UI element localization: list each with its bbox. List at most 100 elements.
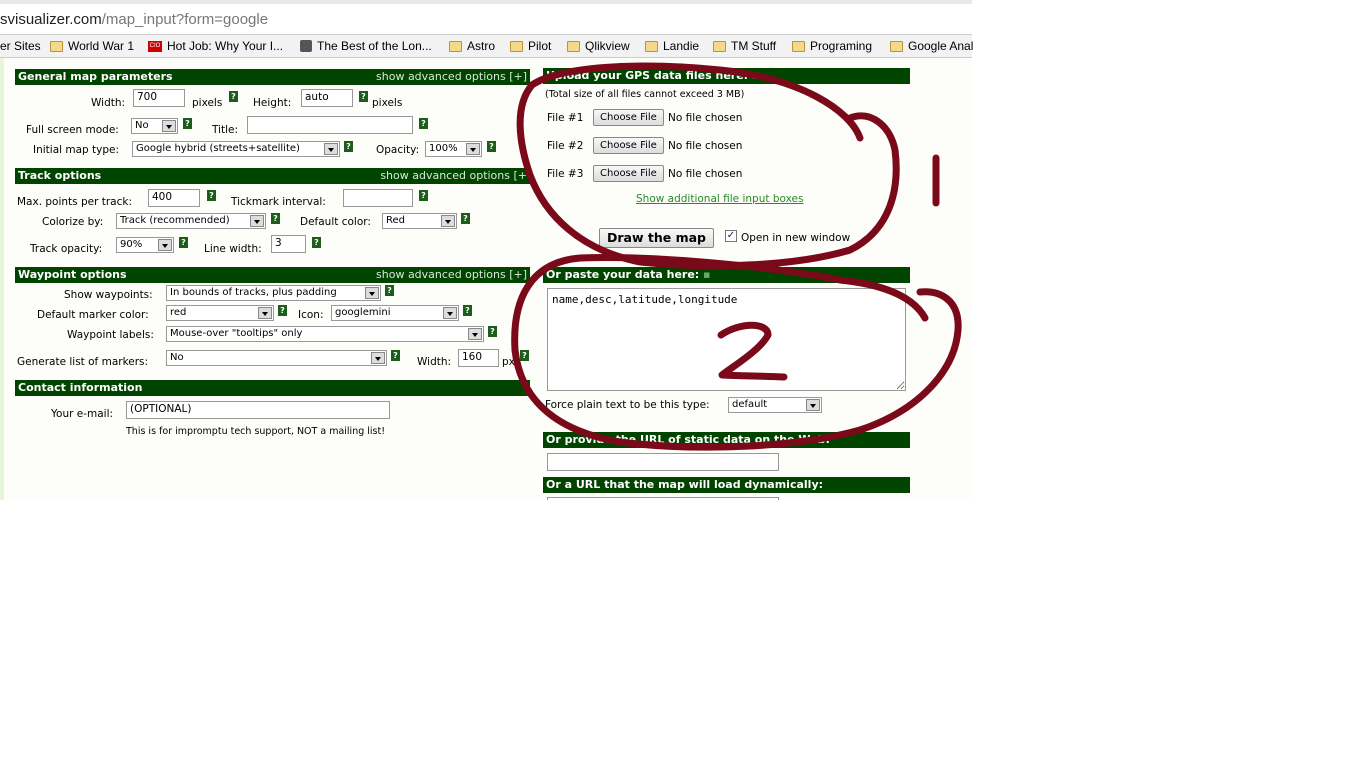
- waypoint-labels-select[interactable]: Mouse-over "tooltips" only: [166, 326, 484, 342]
- help-icon[interactable]: ?: [488, 326, 497, 337]
- tickmark-input[interactable]: [343, 189, 413, 207]
- help-icon[interactable]: ?: [487, 141, 496, 152]
- static-url-input[interactable]: [547, 453, 779, 471]
- help-icon[interactable]: ?: [312, 237, 321, 248]
- bookmark-best-of[interactable]: The Best of the Lon...: [300, 39, 432, 53]
- bookmark-programing[interactable]: Programing: [792, 39, 872, 53]
- help-icon[interactable]: ?: [419, 118, 428, 129]
- waypoint-labels-label: Waypoint labels:: [67, 329, 154, 341]
- line-width-input[interactable]: 3: [271, 235, 306, 253]
- bookmark-astro[interactable]: Astro: [449, 39, 495, 53]
- marker-list-select[interactable]: No: [166, 350, 387, 366]
- upload-header: Upload your GPS data files here: ▪: [543, 68, 910, 84]
- waypoint-header: Waypoint options show advanced options [+…: [15, 267, 530, 283]
- chevron-down-icon: [466, 143, 480, 155]
- help-icon[interactable]: ?: [520, 350, 529, 361]
- file-2-label: File #2: [547, 140, 584, 152]
- chevron-down-icon: [324, 143, 338, 155]
- choose-file-2-button[interactable]: Choose File: [593, 137, 664, 154]
- maptype-select[interactable]: Google hybrid (streets+satellite): [132, 141, 340, 157]
- help-icon[interactable]: ?: [344, 141, 353, 152]
- tickmark-label: Tickmark interval:: [231, 196, 326, 208]
- help-icon[interactable]: ?: [278, 305, 287, 316]
- icon-label: Icon:: [298, 309, 324, 321]
- bookmark-other-sites[interactable]: er Sites: [0, 39, 41, 53]
- dynamic-url-header: Or a URL that the map will load dynamica…: [543, 477, 910, 493]
- help-icon[interactable]: ?: [207, 190, 216, 201]
- width-label: Width:: [91, 97, 126, 109]
- pixels-label: pixels: [372, 97, 403, 109]
- file-1-label: File #1: [547, 112, 584, 124]
- show-more-files-link[interactable]: Show additional file input boxes: [636, 193, 803, 205]
- new-window-checkbox[interactable]: ✓: [725, 230, 737, 242]
- maptype-label: Initial map type:: [33, 144, 120, 156]
- help-icon[interactable]: ?: [179, 237, 188, 248]
- list-width-input[interactable]: 160: [458, 349, 499, 367]
- paste-data-textarea[interactable]: name,desc,latitude,longitude: [547, 288, 906, 391]
- marker-list-label: Generate list of markers:: [17, 356, 149, 368]
- width-input[interactable]: 700: [133, 89, 185, 107]
- bookmark-pilot[interactable]: Pilot: [510, 39, 551, 53]
- maxpoints-input[interactable]: 400: [148, 189, 200, 207]
- colorize-select[interactable]: Track (recommended): [116, 213, 266, 229]
- help-icon[interactable]: ?: [391, 350, 400, 361]
- choose-file-3-button[interactable]: Choose File: [593, 165, 664, 182]
- left-strip: [0, 58, 4, 500]
- chevron-down-icon: [468, 328, 482, 340]
- title-label: Title:: [212, 124, 239, 136]
- help-icon[interactable]: ?: [461, 213, 470, 224]
- info-icon[interactable]: ▪: [703, 268, 710, 281]
- email-note: This is for impromptu tech support, NOT …: [126, 426, 386, 437]
- opacity-select[interactable]: 100%: [425, 141, 482, 157]
- draw-map-button[interactable]: Draw the map: [599, 228, 714, 248]
- dynamic-url-input[interactable]: [547, 497, 779, 500]
- track-header: Track options show advanced options [+: [15, 168, 530, 184]
- bookmark-qlikview[interactable]: Qlikview: [567, 39, 630, 53]
- track-opacity-select[interactable]: 90%: [116, 237, 174, 253]
- address-bar[interactable]: svisualizer.com/map_input?form=google: [0, 0, 972, 35]
- marker-color-select[interactable]: red: [166, 305, 274, 321]
- bookmark-tm-stuff[interactable]: TM Stuff: [713, 39, 776, 53]
- track-advanced-link[interactable]: show advanced options [+: [380, 168, 527, 184]
- help-icon[interactable]: ?: [463, 305, 472, 316]
- bookmarks-bar: er Sites World War 1 CIO Hot Job: Why You…: [0, 35, 973, 58]
- title-input[interactable]: [247, 116, 413, 134]
- opacity-label: Opacity:: [376, 144, 420, 156]
- default-color-select[interactable]: Red: [382, 213, 457, 229]
- folder-icon: [890, 40, 903, 52]
- force-type-select[interactable]: default: [728, 397, 822, 413]
- help-icon[interactable]: ?: [419, 190, 428, 201]
- line-width-label: Line width:: [204, 243, 262, 255]
- bookmark-landie[interactable]: Landie: [645, 39, 699, 53]
- height-input[interactable]: auto: [301, 89, 353, 107]
- bookmark-world-war-1[interactable]: World War 1: [50, 39, 134, 53]
- help-icon[interactable]: ?: [359, 91, 368, 102]
- force-type-label: Force plain text to be this type:: [545, 399, 710, 411]
- help-icon[interactable]: ?: [385, 285, 394, 296]
- height-label: Height:: [253, 97, 292, 109]
- bookmark-label: Qlikview: [585, 39, 630, 53]
- folder-icon: [713, 40, 726, 52]
- help-icon[interactable]: ?: [229, 91, 238, 102]
- file-3-label: File #3: [547, 168, 584, 180]
- marker-color-label: Default marker color:: [37, 309, 149, 321]
- email-label: Your e-mail:: [51, 408, 114, 420]
- info-icon[interactable]: ▪: [752, 69, 759, 82]
- cio-icon: CIO: [148, 40, 162, 52]
- track-opacity-label: Track opacity:: [30, 243, 103, 255]
- bookmark-google-analytics[interactable]: Google Anal: [890, 39, 973, 53]
- show-waypoints-select[interactable]: In bounds of tracks, plus padding: [166, 285, 381, 301]
- fullscreen-select[interactable]: No: [131, 118, 178, 134]
- help-icon[interactable]: ?: [271, 213, 280, 224]
- waypoint-advanced-link[interactable]: show advanced options [+]: [376, 267, 527, 283]
- bookmark-hot-job[interactable]: CIO Hot Job: Why Your I...: [148, 39, 283, 53]
- file-3-status: No file chosen: [668, 168, 743, 180]
- choose-file-1-button[interactable]: Choose File: [593, 109, 664, 126]
- bookmark-label: Hot Job: Why Your I...: [167, 39, 284, 53]
- icon-select[interactable]: googlemini: [331, 305, 459, 321]
- help-icon[interactable]: ?: [183, 118, 192, 129]
- url-host: svisualizer.com: [0, 11, 102, 28]
- upload-note: (Total size of all files cannot exceed 3…: [545, 89, 745, 100]
- email-input[interactable]: (OPTIONAL): [126, 401, 390, 419]
- general-advanced-link[interactable]: show advanced options [+]: [376, 69, 527, 85]
